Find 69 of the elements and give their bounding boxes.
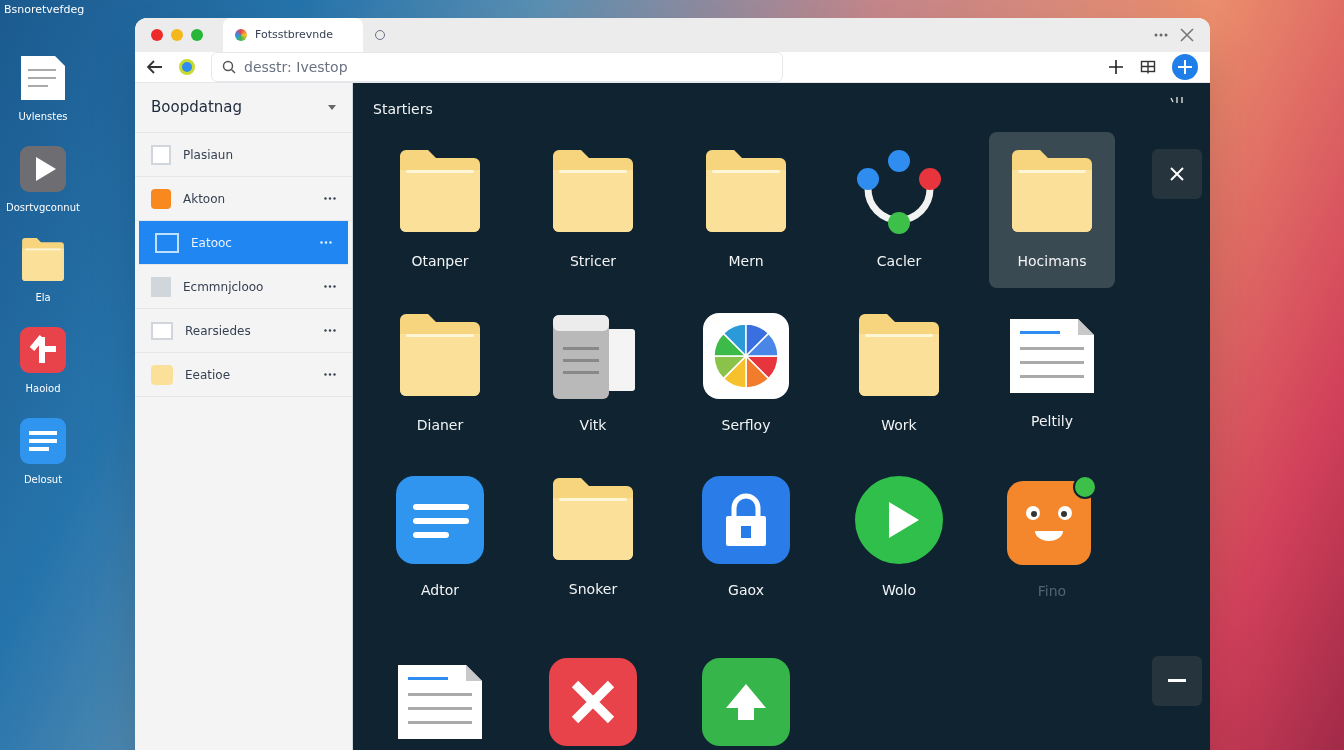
file-item[interactable]: Stricer [530, 132, 656, 288]
favicon-icon [235, 29, 247, 41]
file-item[interactable]: Snoker [530, 460, 656, 616]
desktop-icon-label[interactable]: Uvlenstes [18, 108, 68, 124]
minimize-button[interactable] [1152, 656, 1202, 706]
bars-icon[interactable] [1170, 95, 1184, 105]
list-app-icon [20, 417, 66, 464]
page-icon [151, 276, 171, 297]
folder-icon [20, 236, 66, 282]
file-item[interactable]: Work [836, 296, 962, 452]
sidebar-title: Boopdatnag [151, 97, 242, 119]
file-item[interactable]: Cacler [836, 132, 962, 288]
page-icon [151, 144, 171, 165]
caret-icon[interactable] [328, 105, 336, 110]
color-wheel-icon [702, 312, 790, 399]
close-icon[interactable] [1180, 28, 1194, 42]
address-bar[interactable]: desstr: Ivestop [211, 52, 783, 82]
folder-icon [151, 364, 173, 385]
file-item[interactable]: Adtor [377, 460, 503, 616]
file-item[interactable]: Mern [683, 132, 809, 288]
back-arrow-icon[interactable] [147, 60, 163, 74]
desktop-caption: Bsnoretvefdeg [3, 2, 85, 18]
desktop-icon-label[interactable]: Ela [35, 289, 51, 305]
desktop-icon-label[interactable]: Dosrtvgconnut [6, 199, 80, 215]
upload-app-icon [702, 658, 790, 746]
app-icon [151, 188, 171, 209]
file-item[interactable]: Serfloy [683, 296, 809, 452]
file-item[interactable]: Gaox [683, 460, 809, 616]
sidebar-item[interactable]: Ecmmnjclooo [135, 265, 352, 309]
document-icon [396, 663, 484, 741]
play-icon [855, 475, 943, 564]
file-item[interactable]: Dianer [377, 296, 503, 452]
file-item[interactable]: Vitk [530, 296, 656, 452]
add-button[interactable] [1172, 54, 1198, 80]
sidebar-item[interactable]: Plasiaun [135, 133, 352, 177]
grid-icon[interactable] [1140, 59, 1156, 75]
arrow-app-icon [20, 326, 66, 373]
section-title: Startiers [373, 100, 434, 119]
blank-page-icon [151, 321, 173, 340]
close-window-button[interactable] [151, 29, 163, 41]
notes-app-icon [395, 475, 485, 564]
sidebar-item[interactable]: Eeatioe [135, 353, 352, 397]
more-icon[interactable] [1154, 33, 1168, 37]
file-item[interactable]: Otanper [377, 132, 503, 288]
document-icon [1008, 316, 1096, 395]
browser-tab[interactable]: Fotsstbrevnde [223, 18, 363, 52]
lock-app-icon [702, 475, 790, 564]
search-icon [222, 60, 236, 74]
browser-logo-icon[interactable] [179, 59, 195, 75]
desktop-icon-label[interactable]: Delosut [23, 471, 63, 487]
sidebar-item[interactable]: Rearsiedes [135, 309, 352, 353]
close-button[interactable] [1152, 149, 1202, 199]
minus-icon [1168, 679, 1186, 683]
file-item[interactable]: Peltily [989, 296, 1115, 452]
smiley-app-icon [1007, 474, 1097, 565]
file-item[interactable]: Hocimans [989, 132, 1115, 288]
file-item[interactable]: Wolo [836, 460, 962, 616]
close-icon [1169, 166, 1185, 182]
window-icon [155, 232, 179, 253]
document-icon [20, 54, 66, 101]
cross-app-icon [549, 658, 637, 746]
more-icon[interactable] [324, 329, 336, 332]
desktop-icon-label[interactable]: Haoiod [25, 380, 61, 396]
more-icon[interactable] [324, 197, 336, 200]
more-icon[interactable] [324, 285, 336, 288]
play-app-icon [20, 145, 66, 192]
more-icon[interactable] [324, 373, 336, 376]
connected-dots-icon [856, 148, 942, 235]
plus-icon[interactable] [1108, 59, 1124, 75]
